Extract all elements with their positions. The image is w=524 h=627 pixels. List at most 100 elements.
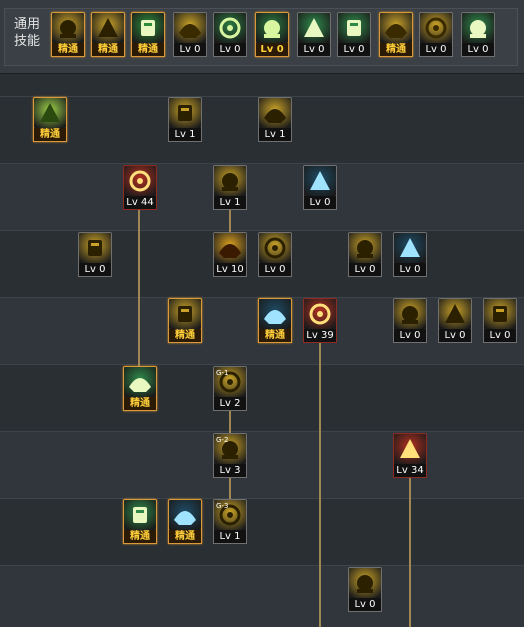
skill-row1-b-slot[interactable]: Lv 1 — [168, 97, 202, 143]
skill-row4-f-icon[interactable] — [483, 298, 517, 330]
skill-level-label: Lv 0 — [258, 263, 292, 277]
skill-row7-a-slot[interactable]: 精通 — [123, 499, 157, 545]
common-skill-3-icon[interactable] — [131, 12, 165, 44]
common-skill-10-icon[interactable] — [419, 12, 453, 44]
common-skill-4-icon[interactable] — [173, 12, 207, 44]
skill-row7-c-slot[interactable]: G-3 Lv 1 — [213, 499, 247, 545]
common-skill-2-icon[interactable] — [91, 12, 125, 44]
skill-row6-a-icon[interactable]: G-2 — [213, 433, 247, 465]
skill-row2-b-icon[interactable] — [213, 165, 247, 197]
skill-connector-line — [138, 208, 140, 368]
common-skill-1-slot[interactable]: 精通 — [51, 12, 85, 58]
skill-level-label: 精通 — [168, 329, 202, 343]
skill-level-label: Lv 0 — [213, 43, 247, 57]
row-divider — [0, 163, 524, 164]
skill-level-label: Lv 0 — [419, 43, 453, 57]
skill-level-label: Lv 0 — [348, 263, 382, 277]
skill-level-label: Lv 0 — [393, 263, 427, 277]
svg-text:G-2: G-2 — [216, 436, 228, 444]
skill-level-label: 精通 — [131, 43, 165, 57]
row-divider — [0, 565, 524, 566]
common-skill-10-slot[interactable]: Lv 0 — [419, 12, 453, 58]
skill-level-label: Lv 0 — [297, 43, 331, 57]
skill-row2-c-icon[interactable] — [303, 165, 337, 197]
skill-level-label: Lv 0 — [483, 329, 517, 343]
common-skill-6-slot[interactable]: Lv 0 — [255, 12, 289, 58]
skill-row4-c-icon[interactable] — [303, 298, 337, 330]
skill-row5-a-icon[interactable] — [123, 366, 157, 398]
skill-row4-a-icon[interactable] — [168, 298, 202, 330]
common-skill-2-slot[interactable]: 精通 — [91, 12, 125, 58]
common-skill-11-slot[interactable]: Lv 0 — [461, 12, 495, 58]
common-skill-9-icon[interactable] — [379, 12, 413, 44]
skill-row3-a-icon[interactable] — [78, 232, 112, 264]
skill-row4-e-slot[interactable]: Lv 0 — [438, 298, 472, 344]
tree-row-6 — [0, 431, 524, 498]
skill-row1-c-icon[interactable] — [258, 97, 292, 129]
skill-row4-d-slot[interactable]: Lv 0 — [393, 298, 427, 344]
skill-row6-b-icon[interactable] — [393, 433, 427, 465]
skill-row2-a-slot[interactable]: Lv 44 — [123, 165, 157, 211]
row-divider — [0, 230, 524, 231]
skill-row8-a-slot[interactable]: Lv 0 — [348, 567, 382, 613]
skill-row3-b-slot[interactable]: Lv 10 — [213, 232, 247, 278]
common-skill-8-slot[interactable]: Lv 0 — [337, 12, 371, 58]
skill-row4-a-slot[interactable]: 精通 — [168, 298, 202, 344]
skill-row1-b-icon[interactable] — [168, 97, 202, 129]
common-skill-1-icon[interactable] — [51, 12, 85, 44]
common-skill-5-slot[interactable]: Lv 0 — [213, 12, 247, 58]
skill-row7-b-slot[interactable]: 精通 — [168, 499, 202, 545]
skill-row7-a-icon[interactable] — [123, 499, 157, 531]
skill-row2-a-icon[interactable] — [123, 165, 157, 197]
common-skill-9-slot[interactable]: 精通 — [379, 12, 413, 58]
tree-row-8 — [0, 565, 524, 627]
skill-row3-a-slot[interactable]: Lv 0 — [78, 232, 112, 278]
skill-row5-b-slot[interactable]: G-1 Lv 2 — [213, 366, 247, 412]
skill-row1-c-slot[interactable]: Lv 1 — [258, 97, 292, 143]
skill-row3-c-icon[interactable] — [258, 232, 292, 264]
skill-row3-d-slot[interactable]: Lv 0 — [348, 232, 382, 278]
skill-row3-b-icon[interactable] — [213, 232, 247, 264]
skill-row8-a-icon[interactable] — [348, 567, 382, 599]
skill-row7-c-icon[interactable]: G-3 — [213, 499, 247, 531]
skill-row4-b-icon[interactable] — [258, 298, 292, 330]
skill-row3-e-slot[interactable]: Lv 0 — [393, 232, 427, 278]
skill-row6-b-slot[interactable]: Lv 34 — [393, 433, 427, 479]
common-skill-4-slot[interactable]: Lv 0 — [173, 12, 207, 58]
skill-row3-c-slot[interactable]: Lv 0 — [258, 232, 292, 278]
common-skill-5-icon[interactable] — [213, 12, 247, 44]
common-skill-7-icon[interactable] — [297, 12, 331, 44]
tree-row-5 — [0, 364, 524, 431]
row-divider — [0, 431, 524, 432]
skill-row6-a-slot[interactable]: G-2 Lv 3 — [213, 433, 247, 479]
common-skill-3-slot[interactable]: 精通 — [131, 12, 165, 58]
skill-row5-b-icon[interactable]: G-1 — [213, 366, 247, 398]
common-skill-6-icon[interactable] — [255, 12, 289, 44]
common-skill-8-icon[interactable] — [337, 12, 371, 44]
skill-level-label: Lv 34 — [393, 464, 427, 478]
svg-text:G-3: G-3 — [216, 502, 228, 510]
skill-row4-c-slot[interactable]: Lv 39 — [303, 298, 337, 344]
skill-row4-f-slot[interactable]: Lv 0 — [483, 298, 517, 344]
skill-level-label: Lv 39 — [303, 329, 337, 343]
skill-connector-line — [319, 343, 321, 627]
skill-connector-line — [229, 477, 231, 501]
skill-level-label: Lv 0 — [393, 329, 427, 343]
common-skill-11-icon[interactable] — [461, 12, 495, 44]
skill-row3-d-icon[interactable] — [348, 232, 382, 264]
common-skill-7-slot[interactable]: Lv 0 — [297, 12, 331, 58]
skill-row4-e-icon[interactable] — [438, 298, 472, 330]
skill-row3-e-icon[interactable] — [393, 232, 427, 264]
skill-row4-b-slot[interactable]: 精通 — [258, 298, 292, 344]
skill-row7-b-icon[interactable] — [168, 499, 202, 531]
skill-level-label: 精通 — [168, 530, 202, 544]
skill-row2-c-slot[interactable]: Lv 0 — [303, 165, 337, 211]
skill-row5-a-slot[interactable]: 精通 — [123, 366, 157, 412]
skill-level-label: Lv 44 — [123, 196, 157, 210]
skill-row2-b-slot[interactable]: Lv 1 — [213, 165, 247, 211]
skill-connector-line — [409, 477, 411, 627]
skill-row1-a-slot[interactable]: 精通 — [33, 97, 67, 143]
skill-row1-a-icon[interactable] — [33, 97, 67, 129]
row-divider — [0, 498, 524, 499]
skill-row4-d-icon[interactable] — [393, 298, 427, 330]
